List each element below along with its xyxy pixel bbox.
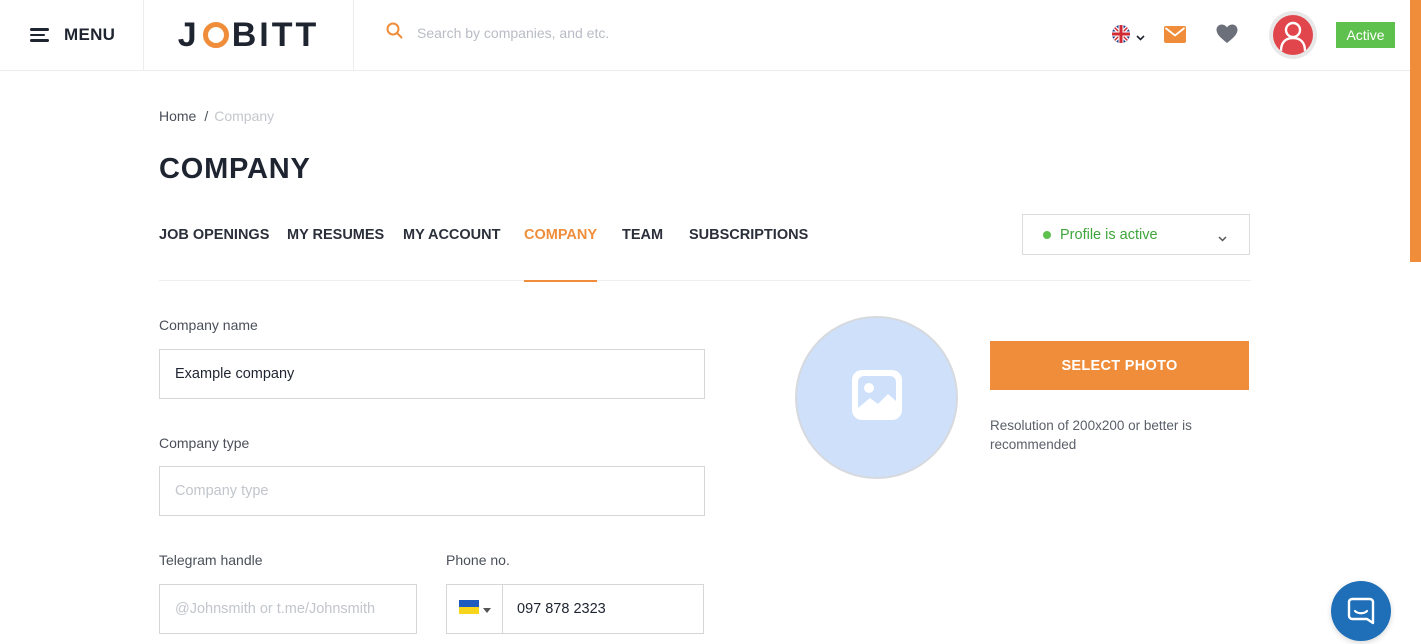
tab-job-openings[interactable]: JOB OPENINGS (159, 227, 269, 281)
breadcrumb-separator: / (204, 108, 209, 124)
chat-icon[interactable] (1331, 581, 1391, 641)
scrollbar-thumb[interactable] (1410, 0, 1421, 262)
breadcrumb-home-link[interactable]: Home (159, 108, 196, 124)
tab-team[interactable]: TEAM (622, 227, 663, 281)
company-type-field-wrapper (159, 466, 705, 516)
logo-text-start: J (177, 15, 200, 54)
company-type-input[interactable] (175, 483, 704, 499)
search-icon[interactable] (386, 22, 417, 44)
ukraine-flag-icon (458, 599, 479, 619)
chevron-down-icon (1218, 229, 1227, 247)
profile-status-label: Profile is active (1060, 226, 1158, 243)
avatar-circle (1273, 15, 1313, 55)
company-type-label: Company type (159, 435, 250, 451)
caret-down-icon (482, 600, 491, 618)
hamburger-icon (30, 28, 49, 42)
telegram-input[interactable] (175, 601, 416, 617)
logo-link[interactable]: J BITT (144, 0, 354, 70)
language-selector[interactable] (1111, 24, 1145, 49)
uk-flag-icon (1111, 24, 1131, 49)
mail-icon[interactable] (1164, 26, 1186, 48)
tab-my-account[interactable]: MY ACCOUNT (403, 227, 500, 281)
logo-o-ring (202, 22, 229, 48)
menu-button[interactable]: MENU (0, 0, 144, 70)
photo-resolution-hint: Resolution of 200x200 or better is recom… (990, 418, 1192, 452)
breadcrumb-current: Company (214, 108, 275, 124)
tab-subscriptions[interactable]: SUBSCRIPTIONS (689, 227, 808, 281)
company-name-field-wrapper (159, 349, 705, 399)
phone-number-input[interactable] (517, 601, 703, 617)
company-name-label: Company name (159, 317, 258, 333)
top-navigation-bar: MENU J BITT Active (0, 0, 1410, 71)
company-name-input[interactable] (175, 366, 704, 382)
menu-label: MENU (64, 25, 116, 44)
company-photo-placeholder[interactable] (795, 316, 958, 479)
phone-label: Phone no. (446, 552, 510, 568)
search-input[interactable] (417, 25, 737, 41)
phone-field (446, 584, 704, 634)
profile-status-dropdown[interactable]: Profile is active (1022, 214, 1250, 255)
heart-icon[interactable] (1216, 24, 1238, 49)
telegram-label: Telegram handle (159, 552, 263, 568)
page-title: COMPANY (159, 153, 311, 185)
telegram-field-wrapper (159, 584, 417, 634)
tab-my-resumes[interactable]: MY RESUMES (287, 227, 384, 281)
status-badge: Active (1336, 22, 1395, 48)
user-avatar-icon[interactable] (1269, 11, 1317, 59)
phone-number-wrapper (503, 585, 703, 633)
image-icon (850, 368, 904, 427)
search-bar (386, 22, 737, 44)
country-code-selector[interactable] (447, 585, 503, 633)
logo-text-end: BITT (231, 15, 320, 54)
jobitt-logo: J BITT (178, 16, 319, 55)
breadcrumb: Home / Company (159, 108, 274, 124)
status-dot-icon (1043, 230, 1051, 239)
chevron-down-icon (1136, 28, 1145, 46)
tab-company[interactable]: COMPANY (524, 227, 598, 282)
select-photo-button[interactable]: SELECT PHOTO (990, 341, 1249, 390)
